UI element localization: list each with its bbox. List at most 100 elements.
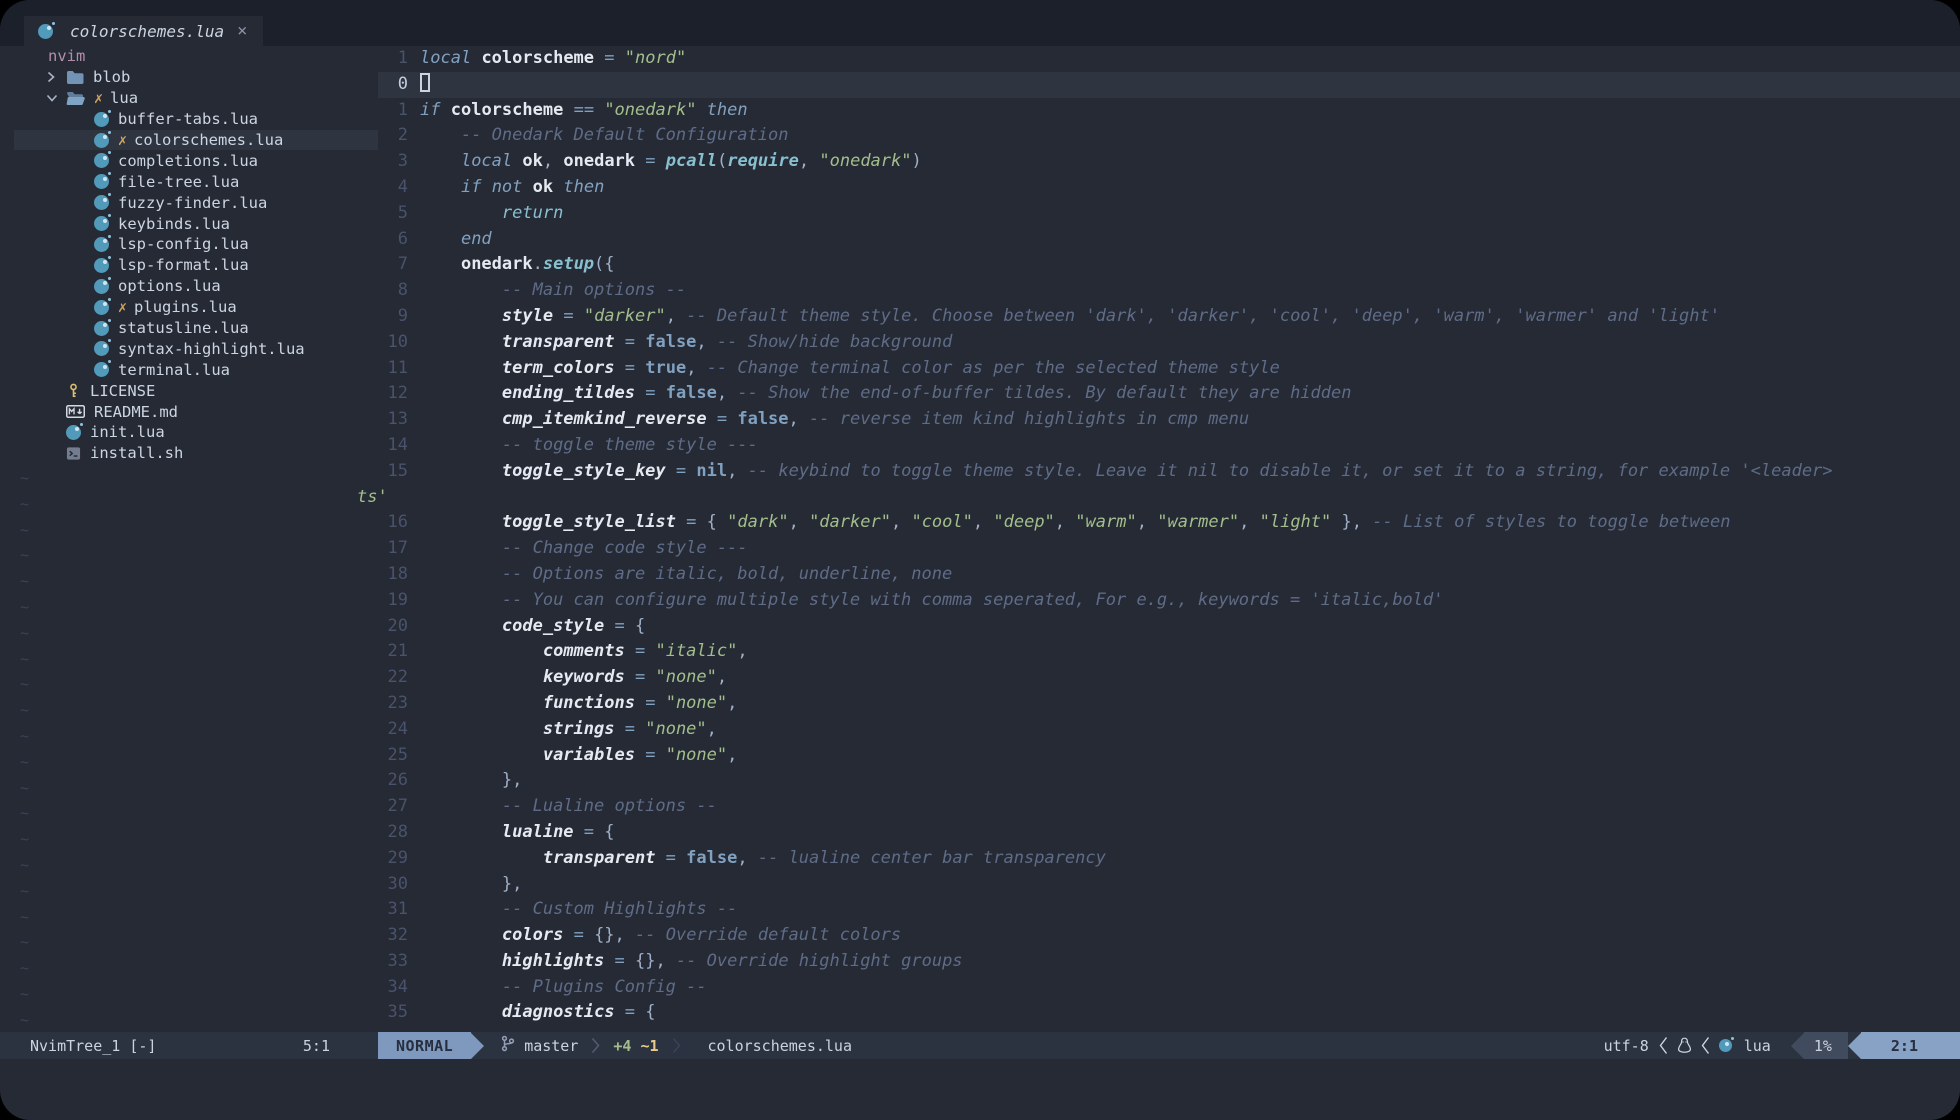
code-line-2[interactable]: 0 [378, 72, 1960, 98]
tree-item-lsp-format-lua[interactable]: lsp-format.lua [0, 255, 378, 276]
code-editor[interactable]: 1local colorscheme = "nord"01if colorsch… [378, 46, 1960, 1026]
lua-icon [94, 112, 109, 127]
chevron-right-icon[interactable] [46, 71, 66, 83]
shell-icon [66, 446, 81, 461]
code-line-24[interactable]: 21 comments = "italic", [378, 639, 1960, 665]
tree-item-label: install.sh [90, 444, 183, 462]
code-line-3[interactable]: 1if colorscheme == "onedark" then [378, 98, 1960, 124]
tree-item-completions-lua[interactable]: completions.lua [0, 150, 378, 171]
code-line-21[interactable]: 18 -- Options are italic, bold, underlin… [378, 562, 1960, 588]
code-line-14[interactable]: 12 ending_tildes = false, -- Show the en… [378, 381, 1960, 407]
code-text: lualine = { [420, 820, 615, 846]
tilde-filler: ~ [20, 879, 29, 905]
code-text: ts' [357, 485, 388, 511]
tree-cursor-position: 5:1 [303, 1037, 330, 1055]
line-number: 15 [378, 459, 408, 485]
tab-close-icon[interactable]: × [237, 21, 247, 41]
code-line-6[interactable]: 4 if not ok then [378, 175, 1960, 201]
chevron-down-icon[interactable] [46, 93, 66, 103]
code-line-26[interactable]: 23 functions = "none", [378, 691, 1960, 717]
code-line-38[interactable]: 35 diagnostics = { [378, 1000, 1960, 1026]
code-line-33[interactable]: 30 }, [378, 872, 1960, 898]
tree-item-options-lua[interactable]: options.lua [0, 276, 378, 297]
tree-item-file-tree-lua[interactable]: file-tree.lua [0, 171, 378, 192]
tree-item-nvim[interactable]: nvim [0, 46, 378, 67]
code-line-35[interactable]: 32 colors = {}, -- Override default colo… [378, 923, 1960, 949]
line-number: 11 [378, 356, 408, 382]
code-line-18[interactable]: ts' [378, 485, 1960, 511]
code-line-1[interactable]: 1local colorscheme = "nord" [378, 46, 1960, 72]
code-line-23[interactable]: 20 code_style = { [378, 614, 1960, 640]
tree-item-install-sh[interactable]: install.sh [0, 443, 378, 464]
code-line-10[interactable]: 8 -- Main options -- [378, 278, 1960, 304]
tree-item-label: plugins.lua [134, 298, 237, 316]
code-text: toggle_style_list = { "dark", "darker", … [420, 510, 1730, 536]
lua-icon [94, 300, 109, 315]
tab-colorschemes[interactable]: colorschemes.lua × [24, 16, 263, 46]
code-line-19[interactable]: 16 toggle_style_list = { "dark", "darker… [378, 510, 1960, 536]
tilde-filler: ~ [20, 853, 29, 879]
tree-item-label: lua [110, 89, 138, 107]
tree-item-statusline-lua[interactable]: statusline.lua [0, 318, 378, 339]
code-line-13[interactable]: 11 term_colors = true, -- Change termina… [378, 356, 1960, 382]
tree-item-init-lua[interactable]: init.lua [0, 422, 378, 443]
git-added-count: +4 [613, 1037, 631, 1055]
code-text: -- You can configure multiple style with… [420, 588, 1444, 614]
code-line-11[interactable]: 9 style = "darker", -- Default theme sty… [378, 304, 1960, 330]
tree-item-lua[interactable]: ✗lua [0, 88, 378, 109]
code-line-27[interactable]: 24 strings = "none", [378, 717, 1960, 743]
tree-item-license[interactable]: LICENSE [0, 380, 378, 401]
tree-item-colorschemes-lua[interactable]: ✗colorschemes.lua [14, 130, 378, 151]
code-line-36[interactable]: 33 highlights = {}, -- Override highligh… [378, 949, 1960, 975]
markdown-icon [66, 405, 85, 418]
tilde-filler: ~ [20, 518, 29, 544]
code-line-17[interactable]: 15 toggle_style_key = nil, -- keybind to… [378, 459, 1960, 485]
tilde-filler: ~ [20, 569, 29, 595]
tree-item-syntax-highlight-lua[interactable]: syntax-highlight.lua [0, 338, 378, 359]
code-line-25[interactable]: 22 keywords = "none", [378, 665, 1960, 691]
tilde-filler: ~ [20, 776, 29, 802]
terminal-window: colorschemes.lua × nvimblob ✗luabuffer-ta… [0, 0, 1960, 1120]
tree-item-readme-md[interactable]: README.md [0, 401, 378, 422]
code-line-7[interactable]: 5 return [378, 201, 1960, 227]
code-text: style = "darker", -- Default theme style… [420, 304, 1720, 330]
filetype-label: lua [1744, 1037, 1771, 1055]
tree-item-blob[interactable]: blob [0, 67, 378, 88]
code-text: keywords = "none", [420, 665, 727, 691]
tree-item-fuzzy-finder-lua[interactable]: fuzzy-finder.lua [0, 192, 378, 213]
code-text: -- Custom Highlights -- [420, 897, 737, 923]
code-line-20[interactable]: 17 -- Change code style --- [378, 536, 1960, 562]
line-number: 25 [378, 743, 408, 769]
code-text: ending_tildes = false, -- Show the end-o… [420, 381, 1351, 407]
tree-item-plugins-lua[interactable]: ✗plugins.lua [0, 297, 378, 318]
code-line-37[interactable]: 34 -- Plugins Config -- [378, 975, 1960, 1001]
tilde-filler: ~ [20, 956, 29, 982]
code-line-32[interactable]: 29 transparent = false, -- lualine cente… [378, 846, 1960, 872]
code-line-8[interactable]: 6 end [378, 227, 1960, 253]
line-number: 7 [378, 252, 408, 278]
line-number: 10 [378, 330, 408, 356]
code-line-5[interactable]: 3 local ok, onedark = pcall(require, "on… [378, 149, 1960, 175]
statusline-buffer-name: NvimTree_1 [-] [30, 1037, 156, 1055]
code-text: strings = "none", [420, 717, 717, 743]
tree-item-keybinds-lua[interactable]: keybinds.lua [0, 213, 378, 234]
tree-item-terminal-lua[interactable]: terminal.lua [0, 359, 378, 380]
code-line-9[interactable]: 7 onedark.setup({ [378, 252, 1960, 278]
tree-item-label: blob [93, 68, 130, 86]
code-line-16[interactable]: 14 -- toggle theme style --- [378, 433, 1960, 459]
code-line-31[interactable]: 28 lualine = { [378, 820, 1960, 846]
code-line-30[interactable]: 27 -- Lualine options -- [378, 794, 1960, 820]
tab-label: colorschemes.lua [70, 22, 224, 41]
code-line-28[interactable]: 25 variables = "none", [378, 743, 1960, 769]
code-line-12[interactable]: 10 transparent = false, -- Show/hide bac… [378, 330, 1960, 356]
code-line-34[interactable]: 31 -- Custom Highlights -- [378, 897, 1960, 923]
tree-item-lsp-config-lua[interactable]: lsp-config.lua [0, 234, 378, 255]
code-line-22[interactable]: 19 -- You can configure multiple style w… [378, 588, 1960, 614]
code-line-29[interactable]: 26 }, [378, 768, 1960, 794]
key-icon [66, 383, 81, 399]
tree-item-buffer-tabs-lua[interactable]: buffer-tabs.lua [0, 109, 378, 130]
code-line-15[interactable]: 13 cmp_itemkind_reverse = false, -- reve… [378, 407, 1960, 433]
status-bar: NvimTree_1 [-] 5:1 NORMAL master +4 ~1 c… [0, 1032, 1960, 1059]
code-text: highlights = {}, -- Override highlight g… [420, 949, 963, 975]
code-line-4[interactable]: 2 -- Onedark Default Configuration [378, 123, 1960, 149]
